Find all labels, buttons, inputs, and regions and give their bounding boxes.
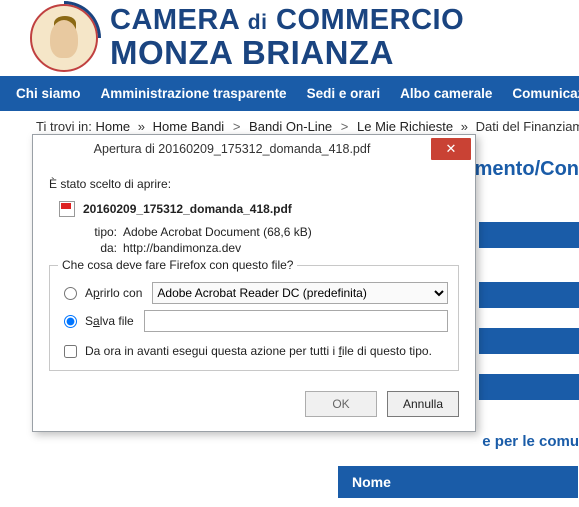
breadcrumb-home-bandi[interactable]: Home Bandi [153,119,225,134]
site-title: CAMERA di COMMERCIO MONZA BRIANZA [110,5,464,70]
dialog-title: Apertura di 20160209_175312_domanda_418.… [33,142,431,156]
download-dialog: Apertura di 20160209_175312_domanda_418.… [32,134,476,432]
action-legend: Che cosa deve fare Firefox con questo fi… [58,258,297,272]
breadcrumb-arrow: > [233,119,241,134]
nav-albo[interactable]: Albo camerale [390,86,502,101]
open-with-select[interactable]: Adobe Acrobat Reader DC (predefinita) [152,282,448,304]
breadcrumb-prefix: Ti trovi in: [36,119,95,134]
remember-checkbox[interactable] [64,345,77,358]
title-line1c: COMMERCIO [267,4,464,36]
nav-comunicazione[interactable]: Comunicazione [502,86,579,101]
nav-amministrazione[interactable]: Amministrazione trasparente [91,86,297,101]
file-source-label: da: [83,241,117,255]
file-source-value: http://bandimonza.dev [123,241,241,255]
breadcrumb-arrow: > [341,119,349,134]
table-header-label: Nome [352,474,391,490]
file-source-row: da: http://bandimonza.dev [49,241,459,255]
cancel-button[interactable]: Annulla [387,391,459,417]
page-title-fragment: mento/Con [475,158,579,181]
site-header: CAMERA di COMMERCIO MONZA BRIANZA [0,0,579,76]
breadcrumb-sep: » [138,119,145,134]
title-line1b: di [248,11,268,34]
file-name: 20160209_175312_domanda_418.pdf [83,202,292,216]
open-with-row: Apprirlo conrirlo con Adobe Acrobat Read… [60,282,448,304]
blue-bar [479,328,579,354]
save-file-label: Salva file [85,314,134,328]
dialog-buttons: OK Annulla [33,377,475,431]
save-file-box [144,310,448,332]
file-type-row: tipo: Adobe Acrobat Document (68,6 kB) [49,225,459,239]
bandi-link-fragment[interactable]: e per le comu [482,433,579,450]
breadcrumb-mie-richieste[interactable]: Le Mie Richieste [357,119,453,134]
close-icon: ✕ [446,141,457,157]
action-fieldset: Che cosa deve fare Firefox con questo fi… [49,265,459,371]
blue-bar [479,282,579,308]
dialog-intro: È stato scelto di aprire: [49,177,459,191]
close-button[interactable]: ✕ [431,138,471,160]
remember-label: Da ora in avanti esegui questa azione pe… [85,344,432,358]
site-logo [30,4,98,72]
nav-chi-siamo[interactable]: Chi siamo [6,86,91,101]
title-line2: MONZA BRIANZA [110,36,464,71]
table-header-nome: Nome [338,466,578,498]
nav-sedi[interactable]: Sedi e orari [297,86,391,101]
open-with-label: Apprirlo conrirlo con [85,286,142,300]
breadcrumb-current: Dati del Finanziamento. [476,119,579,134]
blue-bar [479,222,579,248]
main-nav: Chi siamo Amministrazione trasparente Se… [0,76,579,111]
title-line1a: CAMERA [110,4,248,36]
save-file-radio[interactable] [64,315,77,328]
open-with-radio[interactable] [64,287,77,300]
file-row: 20160209_175312_domanda_418.pdf [49,201,459,217]
pdf-icon [59,201,75,217]
file-type-label: tipo: [83,225,117,239]
breadcrumb-sep: » [461,119,468,134]
breadcrumb-bandi-online[interactable]: Bandi On-Line [249,119,332,134]
save-file-row: Salva file [60,310,448,332]
breadcrumb-home[interactable]: Home [95,119,130,134]
dialog-titlebar: Apertura di 20160209_175312_domanda_418.… [33,135,475,163]
blue-bar [479,374,579,400]
remember-row: Da ora in avanti esegui questa azione pe… [60,344,448,358]
ok-button[interactable]: OK [305,391,377,417]
file-type-value: Adobe Acrobat Document (68,6 kB) [123,225,312,239]
dialog-body: È stato scelto di aprire: 20160209_17531… [33,163,475,377]
